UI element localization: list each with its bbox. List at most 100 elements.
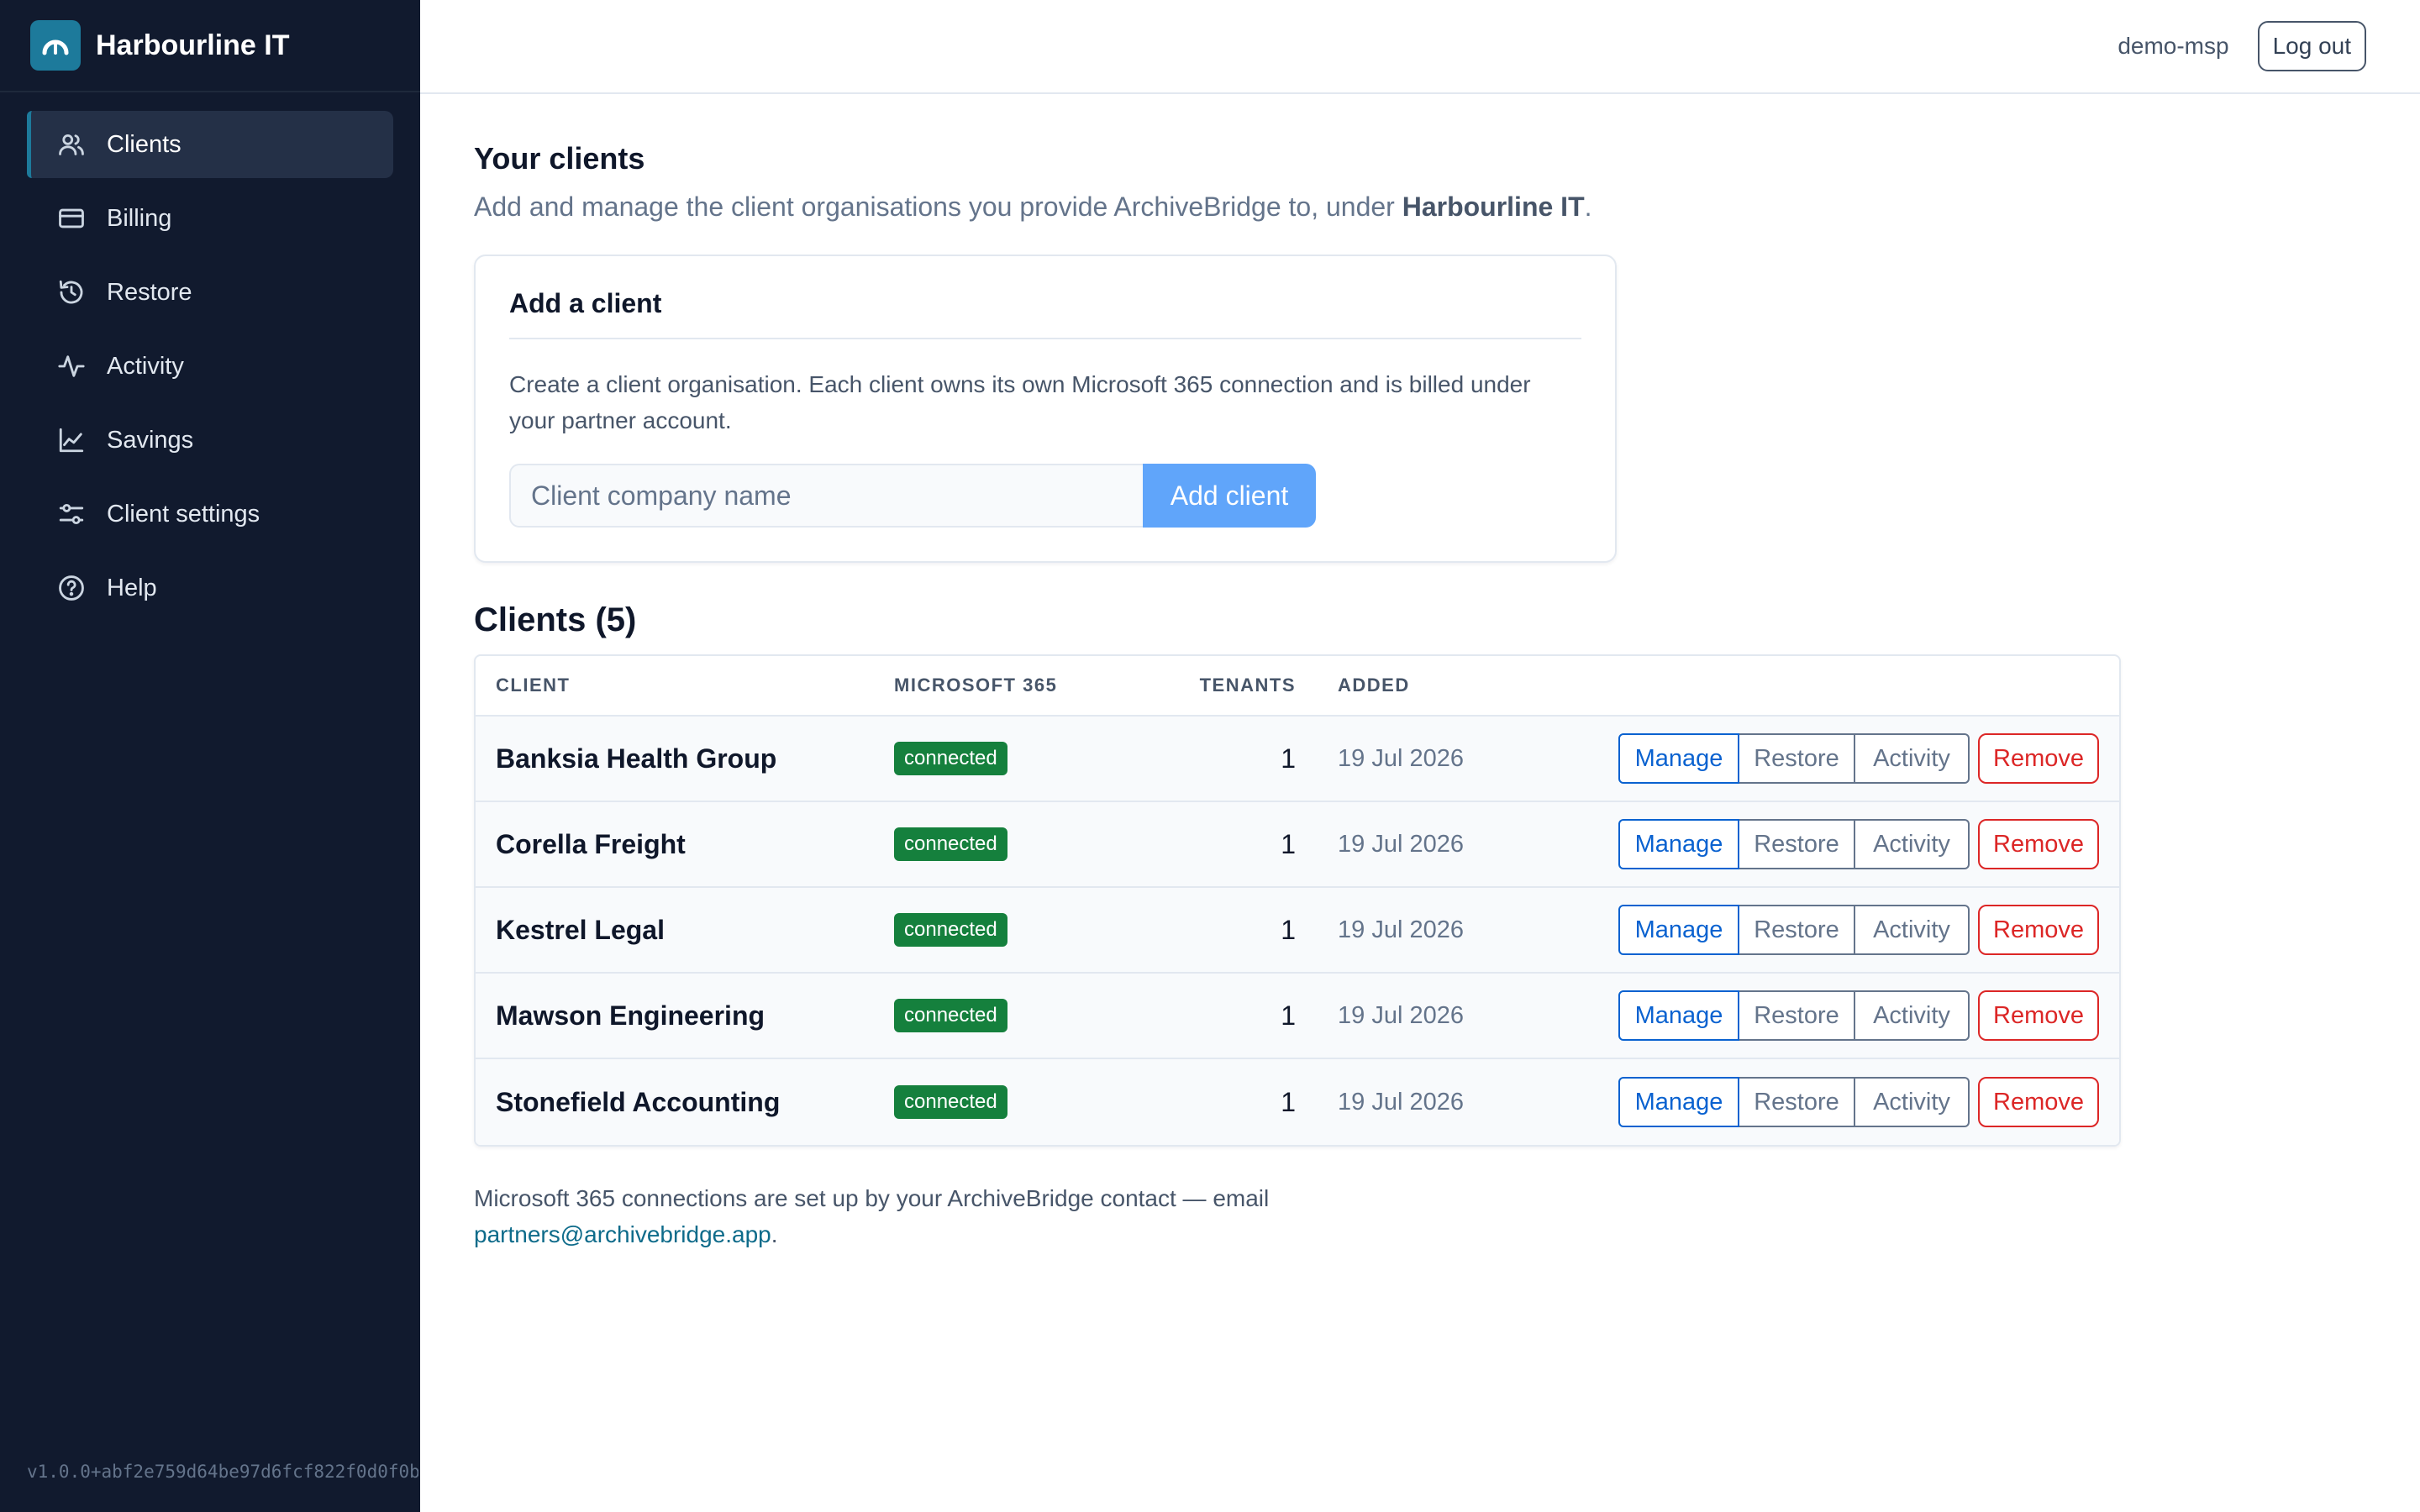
manage-button[interactable]: Manage (1618, 990, 1739, 1041)
username: demo-msp (2118, 33, 2229, 59)
add-client-title: Add a client (509, 288, 1581, 339)
add-client-description: Create a client organisation. Each clien… (509, 371, 1531, 433)
row-action-group: Manage Restore Activity (1618, 819, 1970, 869)
row-action-group: Manage Restore Activity (1618, 905, 1970, 955)
client-name: Stonefield Accounting (496, 1086, 781, 1117)
page-subtitle-suffix: . (1584, 192, 1592, 222)
add-client-form: Add client (509, 464, 1581, 528)
tenant-count: 1 (1281, 1000, 1296, 1031)
status-badge: connected (894, 827, 1007, 861)
table-row: Corella Freight connected 1 19 Jul 2026 … (476, 802, 2119, 888)
remove-button[interactable]: Remove (1978, 819, 2099, 869)
add-client-button[interactable]: Add client (1143, 464, 1316, 528)
activity-button[interactable]: Activity (1855, 733, 1970, 784)
sidebar-item-clients[interactable]: Clients (27, 111, 393, 178)
column-header-microsoft-365: MICROSOFT 365 (894, 675, 1058, 696)
credit-card-icon (56, 203, 87, 234)
status-badge: connected (894, 742, 1007, 775)
status-badge: connected (894, 1085, 1007, 1119)
brand[interactable]: Harbourline IT (0, 0, 420, 92)
restore-button[interactable]: Restore (1739, 819, 1855, 869)
added-date: 19 Jul 2026 (1338, 830, 1464, 858)
page-title: Your clients (474, 141, 645, 176)
client-name: Mawson Engineering (496, 1000, 765, 1031)
sidebar-item-client-settings[interactable]: Client settings (27, 480, 393, 548)
history-icon (56, 277, 87, 307)
page-subtitle-prefix: Add and manage the client organisations … (474, 192, 1402, 222)
column-header-tenants: TENANTS (1199, 675, 1296, 696)
sidebar-nav: Clients Billing Restore Activity Savings (0, 92, 420, 622)
table-row: Kestrel Legal connected 1 19 Jul 2026 Ma… (476, 888, 2119, 974)
row-action-group: Manage Restore Activity (1618, 1077, 1970, 1127)
added-date: 19 Jul 2026 (1338, 1088, 1464, 1116)
sidebar-item-label: Help (107, 574, 157, 601)
table-row: Stonefield Accounting connected 1 19 Jul… (476, 1059, 2119, 1145)
remove-button[interactable]: Remove (1978, 733, 2099, 784)
restore-button[interactable]: Restore (1739, 1077, 1855, 1127)
added-date: 19 Jul 2026 (1338, 916, 1464, 943)
sliders-icon (56, 499, 87, 529)
sidebar-item-label: Savings (107, 426, 194, 454)
sidebar-item-label: Billing (107, 204, 172, 232)
tenant-count: 1 (1281, 828, 1296, 859)
top-bar: demo-msp Log out (420, 0, 2420, 94)
activity-button[interactable]: Activity (1855, 990, 1970, 1041)
brand-logo-icon (30, 20, 81, 71)
client-name: Kestrel Legal (496, 914, 665, 945)
sidebar: Harbourline IT Clients Billing Restore A… (0, 0, 420, 1512)
remove-button[interactable]: Remove (1978, 905, 2099, 955)
row-action-group: Manage Restore Activity (1618, 990, 1970, 1041)
partners-email-link[interactable]: partners@archivebridge.app (474, 1221, 771, 1247)
clients-table: CLIENT MICROSOFT 365 TENANTS ADDED Banks… (474, 654, 2121, 1147)
clients-heading: Clients (5) (474, 601, 637, 638)
tenant-count: 1 (1281, 914, 1296, 945)
manage-button[interactable]: Manage (1618, 905, 1739, 955)
sidebar-item-activity[interactable]: Activity (27, 333, 393, 400)
line-chart-icon (56, 425, 87, 455)
added-date: 19 Jul 2026 (1338, 1001, 1464, 1029)
restore-button[interactable]: Restore (1739, 990, 1855, 1041)
client-name: Corella Freight (496, 828, 686, 859)
restore-button[interactable]: Restore (1739, 733, 1855, 784)
sidebar-item-label: Client settings (107, 500, 260, 528)
remove-button[interactable]: Remove (1978, 990, 2099, 1041)
users-icon (56, 129, 87, 160)
sidebar-item-label: Restore (107, 278, 192, 306)
version-string: v1.0.0+abf2e759d64be97d6fcf822f0d0f0b (27, 1462, 418, 1482)
table-header: CLIENT MICROSOFT 365 TENANTS ADDED (476, 656, 2119, 717)
main-content: Your clients Add and manage the client o… (474, 94, 2373, 1252)
footer-note: Microsoft 365 connections are set up by … (474, 1180, 2373, 1252)
add-client-card: Add a client Create a client organisatio… (474, 255, 1617, 563)
manage-button[interactable]: Manage (1618, 819, 1739, 869)
client-name: Banksia Health Group (496, 743, 777, 774)
sidebar-item-help[interactable]: Help (27, 554, 393, 622)
table-row: Banksia Health Group connected 1 19 Jul … (476, 717, 2119, 802)
partner-org-name: Harbourline IT (1402, 192, 1585, 222)
logout-button[interactable]: Log out (2257, 21, 2366, 71)
sidebar-item-billing[interactable]: Billing (27, 185, 393, 252)
sidebar-item-restore[interactable]: Restore (27, 259, 393, 326)
help-circle-icon (56, 573, 87, 603)
footer-note-suffix: . (771, 1221, 778, 1247)
page-subtitle: Add and manage the client organisations … (474, 192, 2373, 223)
footer-note-text: Microsoft 365 connections are set up by … (474, 1185, 1270, 1211)
manage-button[interactable]: Manage (1618, 733, 1739, 784)
pulse-icon (56, 351, 87, 381)
status-badge: connected (894, 999, 1007, 1032)
row-action-group: Manage Restore Activity (1618, 733, 1970, 784)
restore-button[interactable]: Restore (1739, 905, 1855, 955)
manage-button[interactable]: Manage (1618, 1077, 1739, 1127)
added-date: 19 Jul 2026 (1338, 744, 1464, 772)
column-header-client: CLIENT (496, 675, 571, 696)
tenant-count: 1 (1281, 743, 1296, 774)
status-badge: connected (894, 913, 1007, 947)
remove-button[interactable]: Remove (1978, 1077, 2099, 1127)
client-name-input[interactable] (509, 464, 1143, 528)
activity-button[interactable]: Activity (1855, 819, 1970, 869)
activity-button[interactable]: Activity (1855, 905, 1970, 955)
activity-button[interactable]: Activity (1855, 1077, 1970, 1127)
tenant-count: 1 (1281, 1086, 1296, 1117)
sidebar-item-savings[interactable]: Savings (27, 407, 393, 474)
column-header-added: ADDED (1338, 675, 1410, 696)
sidebar-item-label: Clients (107, 130, 182, 158)
